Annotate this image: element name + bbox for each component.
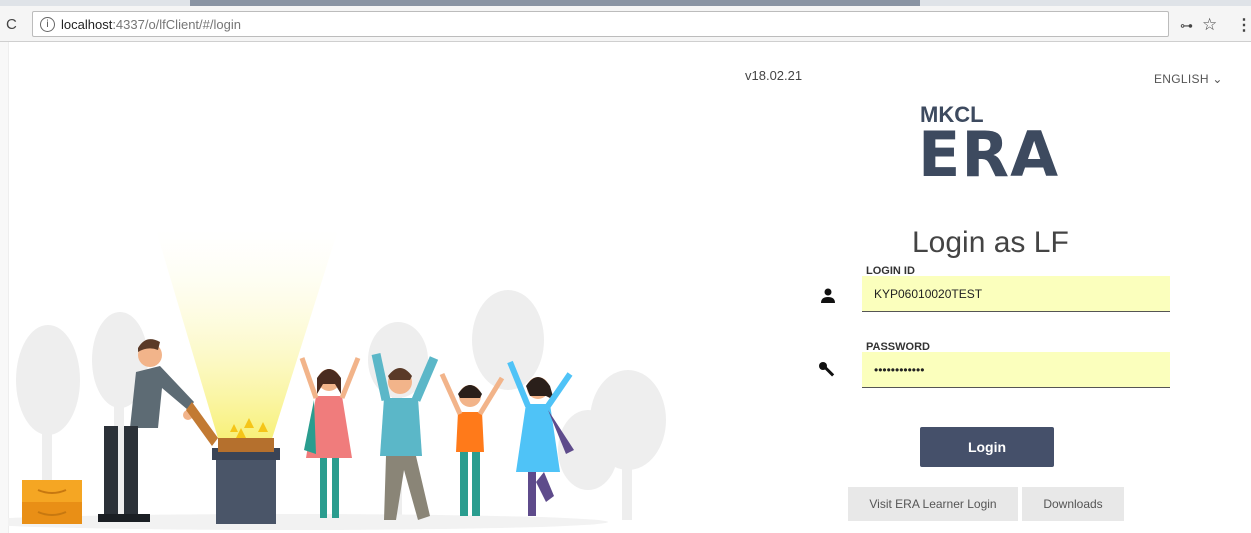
url-path: :4337/o/lfClient/#/login [112,17,241,32]
person-teal [371,353,439,520]
key-icon [819,362,835,377]
login-id-input[interactable] [862,276,1170,311]
language-selector[interactable]: ENGLISH ⌄ [1154,72,1223,86]
info-icon[interactable]: i [40,17,55,32]
browser-toolbar: C i localhost:4337/o/lfClient/#/login ⊶ … [0,6,1251,42]
url-text[interactable]: localhost:4337/o/lfClient/#/login [61,17,241,32]
reload-icon[interactable]: C [6,16,17,33]
password-input[interactable] [862,352,1170,387]
app-version: v18.02.21 [745,68,803,83]
user-icon [821,288,835,303]
login-button[interactable]: Login [920,427,1054,467]
person-orange [439,372,505,516]
person-blue [507,360,574,516]
password-field[interactable] [862,352,1170,388]
mkcl-era-logo: MKCL ERA [918,96,1058,196]
login-id-field[interactable] [862,276,1170,312]
page-title: Login as LF [912,226,1069,259]
person-pink [299,357,361,518]
light-beam [156,230,338,445]
address-bar[interactable]: i localhost:4337/o/lfClient/#/login [32,11,1169,37]
key-icon[interactable]: ⊶ [1180,18,1193,34]
visit-learner-login-button[interactable]: Visit ERA Learner Login [848,487,1018,521]
downloads-button[interactable]: Downloads [1022,487,1124,521]
bookmark-star-icon[interactable]: ☆ [1202,15,1217,35]
menu-icon[interactable]: ⋮ [1236,15,1251,35]
url-host: localhost [61,17,113,32]
logo-era-text: ERA [918,118,1060,191]
celebration-illustration [8,230,666,530]
orange-crates [22,480,82,524]
